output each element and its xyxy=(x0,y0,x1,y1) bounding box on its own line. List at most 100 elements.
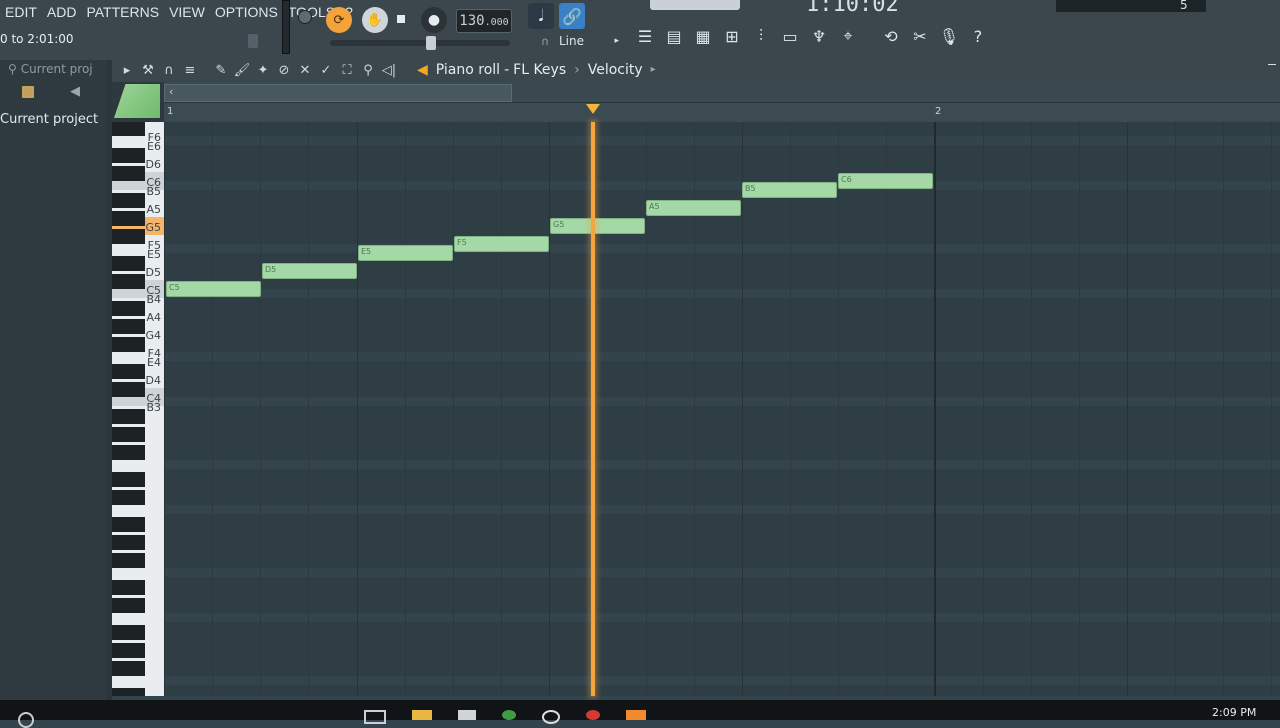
black-key[interactable] xyxy=(112,625,145,640)
note[interactable]: G5 xyxy=(550,218,645,234)
plugin-picker-icon[interactable]: ♆ xyxy=(806,23,832,49)
pencil-icon[interactable]: ✎ xyxy=(212,61,230,79)
hand-icon[interactable]: ✋ xyxy=(362,7,388,33)
black-key[interactable] xyxy=(112,427,145,442)
fl-studio-icon[interactable] xyxy=(626,710,646,720)
black-key[interactable] xyxy=(112,472,145,487)
list-icon[interactable]: ≡ xyxy=(181,61,199,79)
pitch-slider-knob[interactable] xyxy=(426,36,436,50)
black-key[interactable] xyxy=(112,193,145,208)
menu-patterns[interactable]: PATTERNS xyxy=(81,2,164,22)
undo-icon[interactable]: ⟲ xyxy=(878,23,904,49)
select-icon[interactable]: ⛶ xyxy=(338,61,356,79)
black-key[interactable] xyxy=(112,122,145,136)
paint-icon[interactable]: ✦ xyxy=(254,61,272,79)
chrome-icon[interactable] xyxy=(502,710,516,720)
master-volume-slider[interactable] xyxy=(282,0,290,54)
piano-roll-title[interactable]: ◀ Piano roll - FL Keys › Velocity ▸ xyxy=(417,61,656,79)
black-key[interactable] xyxy=(112,445,145,460)
black-key[interactable] xyxy=(112,409,145,424)
piano-keyboard[interactable]: F6 E6 D6 C6 B5 A5 G5 F5 E5 D5 C5 B4 A4 G4 F4 E4 D4 C4 B3 xyxy=(112,122,164,696)
menu-edit[interactable]: EDIT xyxy=(0,2,42,22)
note[interactable]: C6 xyxy=(838,173,933,189)
black-key[interactable] xyxy=(112,211,145,226)
black-key[interactable] xyxy=(112,661,145,676)
menu-options[interactable]: OPTIONS xyxy=(210,2,283,22)
black-key[interactable] xyxy=(112,598,145,613)
black-key[interactable] xyxy=(112,580,145,595)
magnet-icon[interactable]: ∩ xyxy=(160,61,178,79)
note-grid[interactable]: C5 D5 E5 F5 G5 A5 B5 C6 xyxy=(164,122,1280,696)
wrench-icon[interactable]: ⚒ xyxy=(139,61,157,79)
note[interactable]: B5 xyxy=(742,182,837,198)
note[interactable]: C5 xyxy=(166,281,261,297)
master-pitch-knob[interactable] xyxy=(298,10,312,24)
menu-view[interactable]: VIEW xyxy=(164,2,210,22)
black-key[interactable] xyxy=(112,148,145,163)
black-key[interactable] xyxy=(112,535,145,550)
black-key[interactable] xyxy=(112,229,145,244)
mute-icon[interactable]: ✕ xyxy=(296,61,314,79)
black-key[interactable] xyxy=(112,337,145,352)
black-key[interactable] xyxy=(112,517,145,532)
opera-icon[interactable] xyxy=(542,710,560,724)
menu-add[interactable]: ADD xyxy=(42,2,82,22)
tempo-display[interactable]: 130.000 xyxy=(456,9,512,33)
time-ruler[interactable]: 1 2 xyxy=(164,102,1280,123)
record-icon[interactable]: ● xyxy=(421,7,447,33)
mic-icon[interactable]: 🎙 xyxy=(936,23,962,49)
file-explorer-icon[interactable] xyxy=(412,710,432,720)
minimize-icon[interactable] xyxy=(1268,64,1276,65)
arrow-menu-icon[interactable]: ▸ xyxy=(118,61,136,79)
pitch-slider[interactable] xyxy=(330,40,510,46)
black-key[interactable] xyxy=(112,382,145,397)
playlist-icon[interactable]: ☰ xyxy=(632,23,658,49)
black-key[interactable] xyxy=(112,274,145,289)
pattern-selector[interactable] xyxy=(650,0,740,10)
horizontal-scrollbar[interactable]: ‹ xyxy=(164,84,512,102)
black-key[interactable] xyxy=(112,688,145,696)
slice-icon[interactable]: ✓ xyxy=(317,61,335,79)
black-key[interactable] xyxy=(112,319,145,334)
stamp-corner[interactable] xyxy=(112,82,164,122)
black-key[interactable] xyxy=(112,553,145,568)
loop-icon[interactable]: ⟳ xyxy=(326,7,352,33)
link-icon[interactable]: 🔗 xyxy=(559,3,585,29)
brush-icon[interactable]: 🖌 xyxy=(233,61,251,79)
current-project-item[interactable]: Current project xyxy=(0,112,98,127)
delete-icon[interactable]: ⊘ xyxy=(275,61,293,79)
black-key[interactable] xyxy=(112,301,145,316)
black-key[interactable] xyxy=(112,643,145,658)
stop-icon[interactable] xyxy=(397,15,405,23)
step-edit-icon[interactable]: 𝅘𝅥 xyxy=(528,3,554,29)
browser-icon[interactable]: ▭ xyxy=(777,23,803,49)
taskbar-search-icon[interactable] xyxy=(18,712,34,728)
task-view-icon[interactable] xyxy=(364,710,386,724)
channel-rack-icon[interactable]: ⊞ xyxy=(719,23,745,49)
folder-icon[interactable] xyxy=(22,86,34,98)
black-key[interactable] xyxy=(112,364,145,379)
note[interactable]: D5 xyxy=(262,263,357,279)
note[interactable]: A5 xyxy=(646,200,741,216)
touch-controller-icon[interactable]: ⌖ xyxy=(835,23,861,49)
zoom-icon[interactable]: ⚲ xyxy=(359,61,377,79)
cut-icon[interactable]: ✂ xyxy=(907,23,933,49)
playhead-marker[interactable] xyxy=(586,104,600,114)
speaker-preview-icon[interactable]: ◀ xyxy=(70,84,80,99)
record-app-icon[interactable] xyxy=(586,710,600,720)
note[interactable]: F5 xyxy=(454,236,549,252)
black-key[interactable] xyxy=(112,166,145,181)
black-key[interactable] xyxy=(112,490,145,505)
black-key[interactable] xyxy=(112,256,145,271)
playback-icon[interactable]: ◁| xyxy=(380,61,398,79)
store-icon[interactable] xyxy=(458,710,476,720)
help-icon[interactable]: ? xyxy=(965,23,991,49)
mixer-icon[interactable]: ⫶ xyxy=(748,23,774,49)
snap-mode-dropdown[interactable]: Line ▸ xyxy=(559,32,619,50)
browser-search[interactable]: ⚲ Current proj xyxy=(0,62,106,80)
piano-roll-icon[interactable]: ▤ xyxy=(661,23,687,49)
scroll-left-icon[interactable]: ‹ xyxy=(169,85,173,98)
taskbar-clock[interactable]: 2:09 PM xyxy=(1212,706,1256,719)
note[interactable]: E5 xyxy=(358,245,453,261)
step-sequencer-icon[interactable]: ▦ xyxy=(690,23,716,49)
